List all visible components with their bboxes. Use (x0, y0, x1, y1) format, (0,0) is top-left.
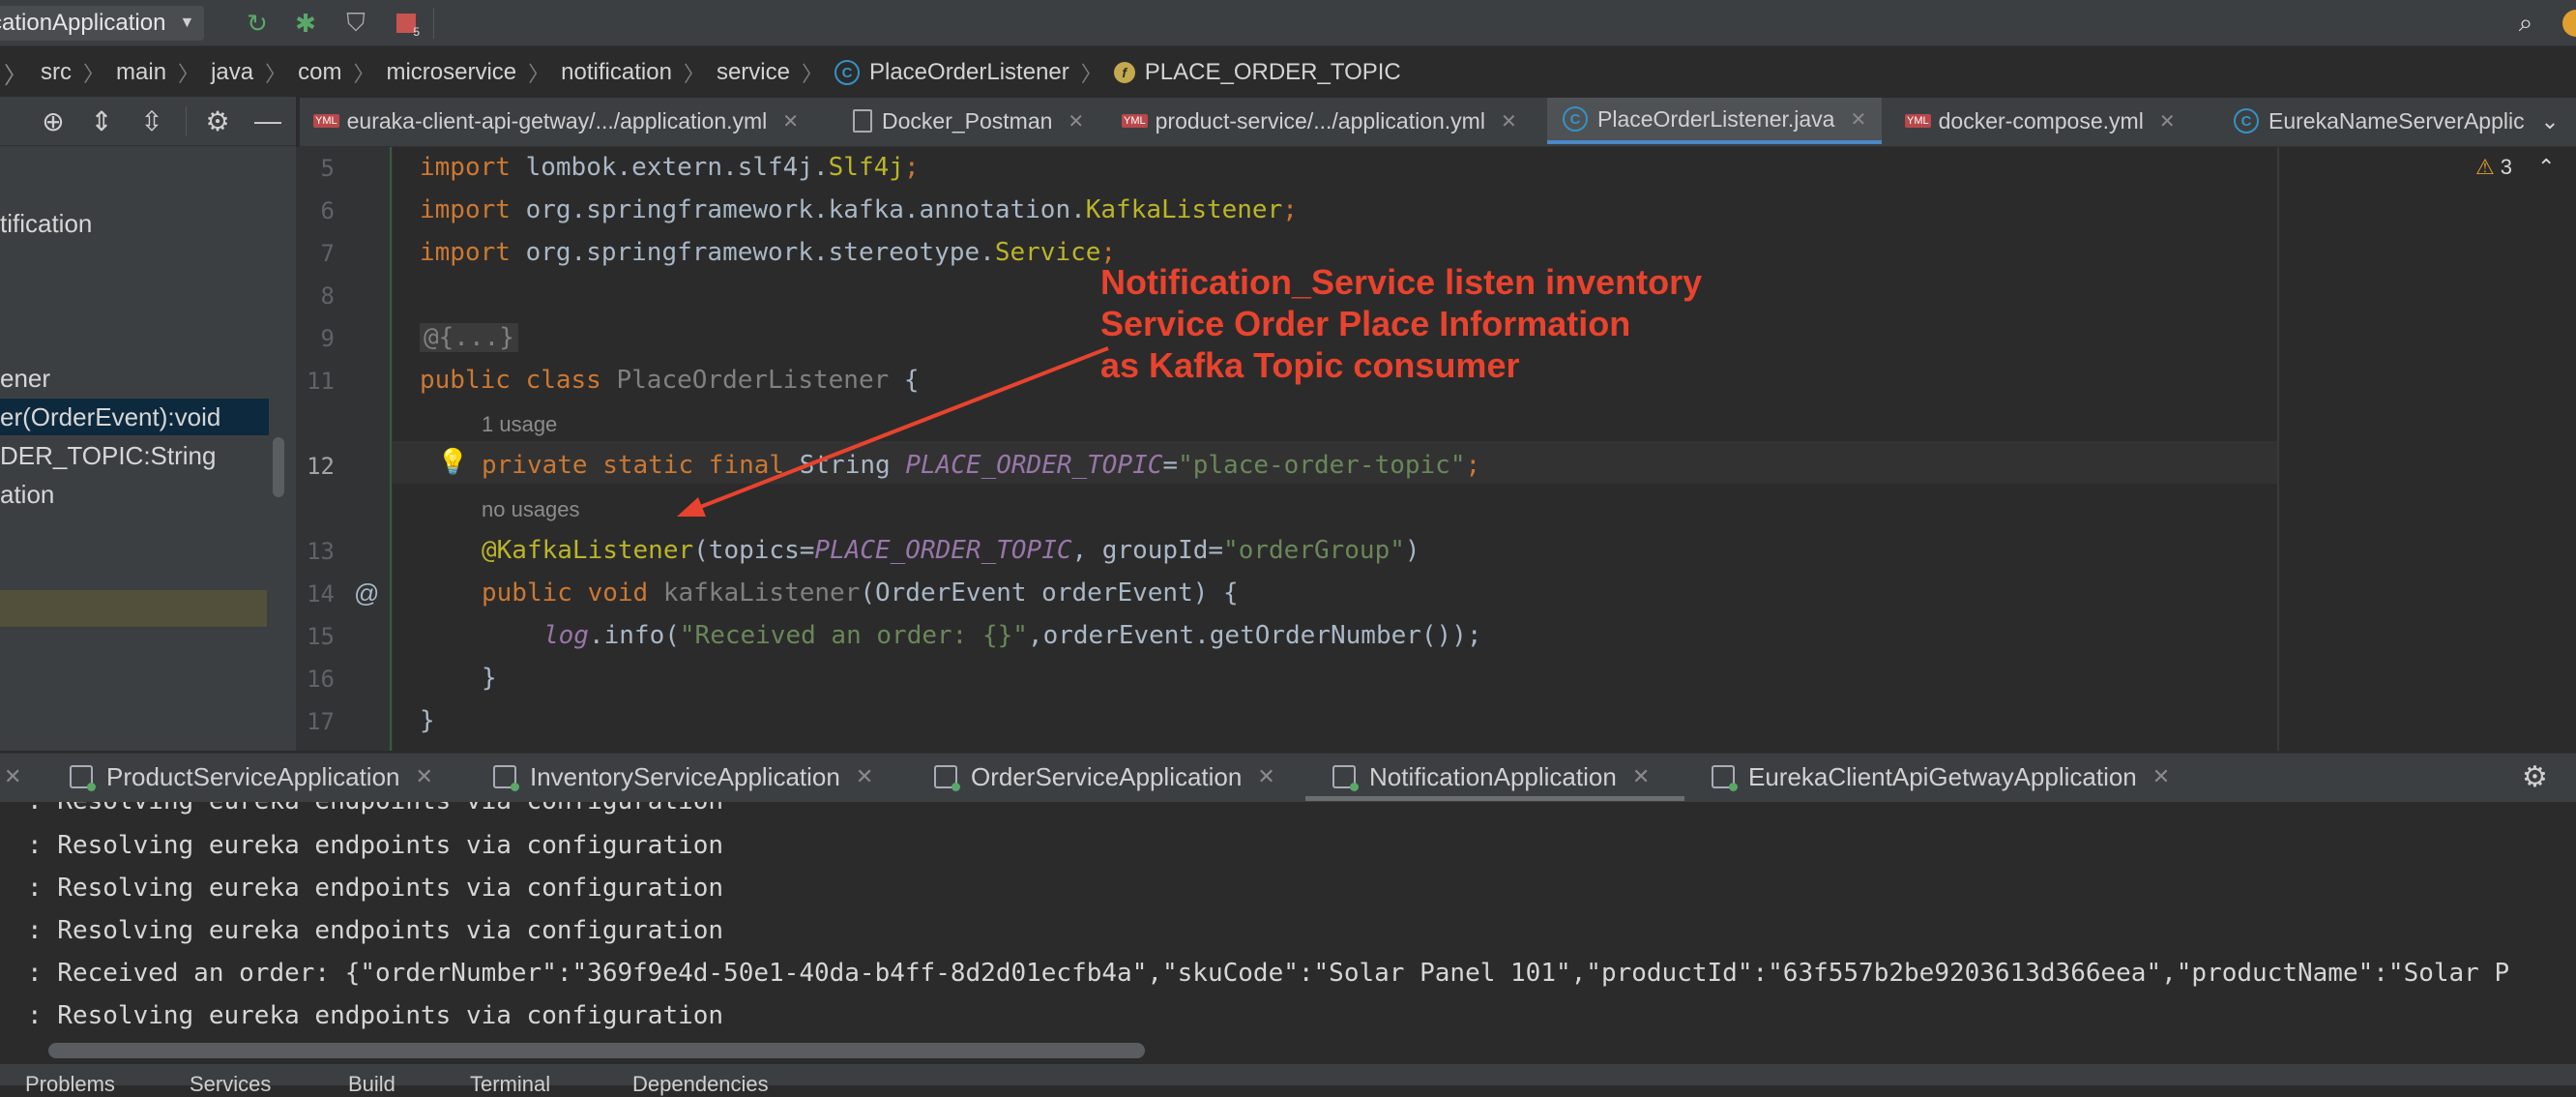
run-tab-label: NotificationApplication (1369, 761, 1617, 791)
run-app-icon (1332, 765, 1359, 791)
run-tab-inventory[interactable]: InventoryServiceApplication ✕ (493, 754, 873, 800)
gear-icon[interactable]: ⚙ (2522, 754, 2548, 800)
console-line: : Resolving eureka endpoints via configu… (27, 831, 724, 860)
close-icon[interactable]: ✕ (856, 764, 873, 789)
run-tab-label: EurekaClientApiGetwayApplication (1748, 761, 2137, 791)
tool-dependencies[interactable]: Dependencies (632, 1072, 769, 1097)
close-icon[interactable]: ✕ (416, 764, 433, 789)
tool-services[interactable]: Services (190, 1072, 271, 1097)
console-horizontal-scrollbar[interactable] (48, 1043, 1145, 1058)
run-tab-order[interactable]: OrderServiceApplication ✕ (934, 754, 1275, 800)
tool-terminal[interactable]: Terminal (470, 1072, 550, 1097)
run-tab-eureka-client[interactable]: EurekaClientApiGetwayApplication ✕ (1712, 754, 2170, 800)
run-app-icon (934, 765, 960, 791)
close-icon[interactable]: ✕ (2152, 764, 2170, 789)
close-icon[interactable]: ✕ (1632, 764, 1650, 789)
run-tab-product[interactable]: ProductServiceApplication ✕ (70, 754, 433, 800)
tool-problems[interactable]: Problems (25, 1072, 115, 1097)
run-app-icon (70, 765, 96, 791)
run-tab-label: ProductServiceApplication (106, 761, 400, 791)
console-line: : Resolving eureka endpoints via configu… (27, 916, 724, 945)
run-tab-label: OrderServiceApplication (971, 761, 1243, 791)
console-output[interactable]: : Resolving eureka endpoints via configu… (0, 802, 2576, 1039)
active-run-tab-indicator (1305, 796, 1684, 801)
close-icon[interactable]: ✕ (4, 754, 21, 800)
console-line: : Resolving eureka endpoints via configu… (27, 802, 723, 815)
console-line: : Resolving eureka endpoints via configu… (27, 874, 724, 903)
close-icon[interactable]: ✕ (1257, 764, 1274, 789)
console-line: : Resolving eureka endpoints via configu… (27, 1001, 724, 1030)
tool-build[interactable]: Build (348, 1072, 395, 1097)
run-tab-notification-active[interactable]: NotificationApplication ✕ (1332, 754, 1650, 800)
run-tab-label: InventoryServiceApplication (530, 761, 840, 791)
bottom-tool-bar: Problems Services Build Terminal Depende… (0, 1064, 2576, 1096)
console-line-received-order: : Received an order: {"orderNumber":"369… (27, 959, 2510, 988)
run-tabs: ✕ ProductServiceApplication ✕ InventoryS… (0, 753, 2576, 803)
run-app-icon (1712, 765, 1738, 791)
run-app-icon (493, 765, 519, 791)
